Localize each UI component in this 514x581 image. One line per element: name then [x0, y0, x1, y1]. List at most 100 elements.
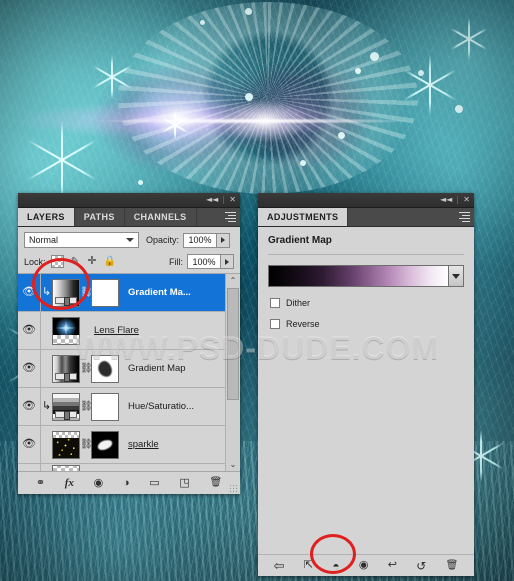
adjustments-panel-footer: ⇦ ⇱ ◓ ◉ ↩ ↺ 🗑	[258, 554, 474, 576]
layers-panel-controls: Normal Opacity: 100% Lock: ✎ ✛ 🔒 Fill: 1…	[18, 227, 240, 273]
layer-thumbnail[interactable]	[52, 316, 80, 345]
layer-visibility-toggle[interactable]: 👁	[18, 312, 41, 349]
layers-list: 👁 ↳ ⛓ Gradient Ma... 👁 Lens Flare 👁 ⛓ Gr…	[18, 273, 240, 471]
lock-image-pixels-icon[interactable]: ✎	[70, 256, 81, 267]
scroll-up-icon[interactable]: ⌃	[226, 274, 240, 287]
chevron-down-icon	[126, 238, 134, 242]
lock-all-icon[interactable]: 🔒	[104, 256, 116, 267]
layer-mask-thumbnail[interactable]	[91, 392, 119, 421]
eye-icon: 👁	[22, 438, 36, 450]
layer-thumbnail[interactable]	[52, 278, 80, 307]
opacity-input[interactable]: 100%	[183, 232, 218, 248]
layer-thumbnail[interactable]	[52, 392, 80, 421]
layer-name: Gradient Ma...	[128, 287, 191, 298]
tab-channels[interactable]: CHANNELS	[124, 208, 197, 226]
adjustments-panel-body: Gradient Map Dither Reverse ⇦ ⇱ ◓ ◉ ↩ ↺ …	[258, 227, 474, 576]
fill-stepper[interactable]	[221, 254, 234, 269]
link-layers-button[interactable]: ⚭	[36, 477, 45, 489]
tab-adjustments[interactable]: ADJUSTMENTS	[258, 208, 349, 226]
lock-transparent-pixels-icon[interactable]	[50, 255, 64, 268]
lock-position-icon[interactable]: ✛	[87, 256, 98, 267]
dither-checkbox-row[interactable]: Dither	[258, 287, 474, 308]
reverse-checkbox-row[interactable]: Reverse	[258, 308, 474, 329]
collapse-icon[interactable]: ◄◄	[440, 196, 452, 204]
layers-panel-footer: ⚭ fx ◉ ◑ ▭ ◳ 🗑	[18, 471, 240, 494]
collapse-icon[interactable]: ◄◄	[206, 196, 218, 204]
eye-icon: 👁	[22, 400, 36, 412]
eye-icon: 👁	[22, 286, 36, 298]
fill-input[interactable]: 100%	[187, 254, 221, 269]
link-icon[interactable]: ⛓	[80, 439, 93, 450]
opacity-stepper[interactable]	[217, 232, 231, 248]
delete-adjustment-button[interactable]: 🗑	[446, 560, 459, 571]
new-group-button[interactable]: ▭	[149, 477, 159, 489]
reverse-checkbox[interactable]	[270, 319, 280, 329]
link-icon[interactable]: ⛓	[80, 401, 93, 412]
layers-panel: ◄◄ ✕ LAYERS PATHS CHANNELS Normal Opacit…	[18, 193, 240, 494]
return-to-adjustment-list-button[interactable]: ⇦	[274, 559, 285, 572]
layer-mask-thumbnail[interactable]	[91, 354, 119, 383]
layer-thumbnail[interactable]	[52, 430, 80, 459]
layers-scrollbar[interactable]: ⌃ ⌄	[225, 274, 240, 471]
layer-visibility-toggle[interactable]	[18, 464, 41, 471]
clipping-mask-arrow-icon: ↳	[41, 400, 52, 412]
eye-icon: 👁	[22, 324, 36, 336]
blend-mode-select[interactable]: Normal	[24, 232, 139, 248]
layer-mask-thumbnail[interactable]	[91, 430, 119, 459]
tab-layers[interactable]: LAYERS	[18, 208, 75, 226]
scroll-down-icon[interactable]: ⌄	[226, 458, 240, 471]
layer-name: Gradient Map	[128, 363, 186, 374]
blend-mode-value: Normal	[29, 235, 59, 245]
layers-panel-menu-icon[interactable]	[224, 212, 236, 222]
titlebar-divider	[223, 196, 225, 204]
adjustments-panel-tabs: ADJUSTMENTS	[258, 208, 474, 227]
eye-icon: 👁	[22, 362, 36, 374]
link-icon[interactable]: ⛓	[80, 363, 93, 374]
resize-grip-icon[interactable]	[229, 484, 238, 493]
tab-paths[interactable]: PATHS	[74, 208, 125, 226]
clipping-mask-arrow-icon: ↳	[41, 286, 52, 298]
adjustments-panel-menu-icon[interactable]	[458, 212, 470, 222]
layer-visibility-toggle[interactable]: 👁	[18, 426, 41, 463]
reset-adjustment-button[interactable]: ↺	[416, 560, 426, 572]
gradient-picker-row	[258, 255, 474, 287]
layer-name: Hue/Saturatio...	[128, 401, 195, 412]
scrollbar-thumb[interactable]	[227, 288, 239, 400]
view-previous-state-button[interactable]: ↩	[388, 560, 397, 571]
reverse-label: Reverse	[286, 319, 320, 329]
link-icon[interactable]: ⛓	[80, 287, 93, 298]
table-row[interactable]: 👁 ↳ ⛓ Gradient Ma...	[18, 274, 240, 312]
close-icon[interactable]: ✕	[463, 196, 470, 204]
layers-panel-body: Normal Opacity: 100% Lock: ✎ ✛ 🔒 Fill: 1…	[18, 227, 240, 494]
layer-mask-thumbnail[interactable]	[91, 278, 119, 307]
gradient-swatch[interactable]	[268, 265, 449, 287]
close-icon[interactable]: ✕	[229, 196, 236, 204]
toggle-layer-visibility-button[interactable]: ◓	[332, 560, 339, 572]
lock-label: Lock:	[24, 256, 46, 267]
layer-name: Lens Flare	[94, 325, 139, 336]
titlebar-divider	[457, 196, 459, 204]
table-row[interactable]: 👁 ⛓ sparkle	[18, 426, 240, 464]
dither-checkbox[interactable]	[270, 298, 280, 308]
table-row[interactable]	[18, 464, 240, 471]
table-row[interactable]: 👁 Lens Flare	[18, 312, 240, 350]
opacity-label: Opacity:	[146, 235, 180, 245]
layers-panel-titlebar: ◄◄ ✕	[18, 193, 240, 208]
new-layer-button[interactable]: ◳	[179, 477, 189, 489]
layer-visibility-toggle[interactable]: 👁	[18, 388, 41, 425]
table-row[interactable]: 👁 ↳ ⛓ Hue/Saturatio...	[18, 388, 240, 426]
layer-thumbnail[interactable]	[52, 354, 80, 383]
layer-style-fx-button[interactable]: fx	[65, 477, 74, 489]
adjustment-title: Gradient Map	[268, 235, 332, 246]
preview-eye-button[interactable]: ◉	[359, 560, 369, 571]
table-row[interactable]: 👁 ⛓ Gradient Map	[18, 350, 240, 388]
delete-layer-button[interactable]: 🗑	[209, 478, 222, 488]
fill-label: Fill:	[169, 256, 183, 267]
chevron-down-icon[interactable]	[449, 265, 464, 287]
add-layer-mask-button[interactable]: ◉	[94, 477, 104, 489]
new-adjustment-layer-button[interactable]: ◑	[123, 477, 130, 489]
layer-visibility-toggle[interactable]: 👁	[18, 350, 41, 387]
layer-visibility-toggle[interactable]: 👁	[18, 274, 41, 311]
adjustments-panel-titlebar: ◄◄ ✕	[258, 193, 474, 208]
clip-to-layer-button[interactable]: ⇱	[304, 560, 313, 571]
